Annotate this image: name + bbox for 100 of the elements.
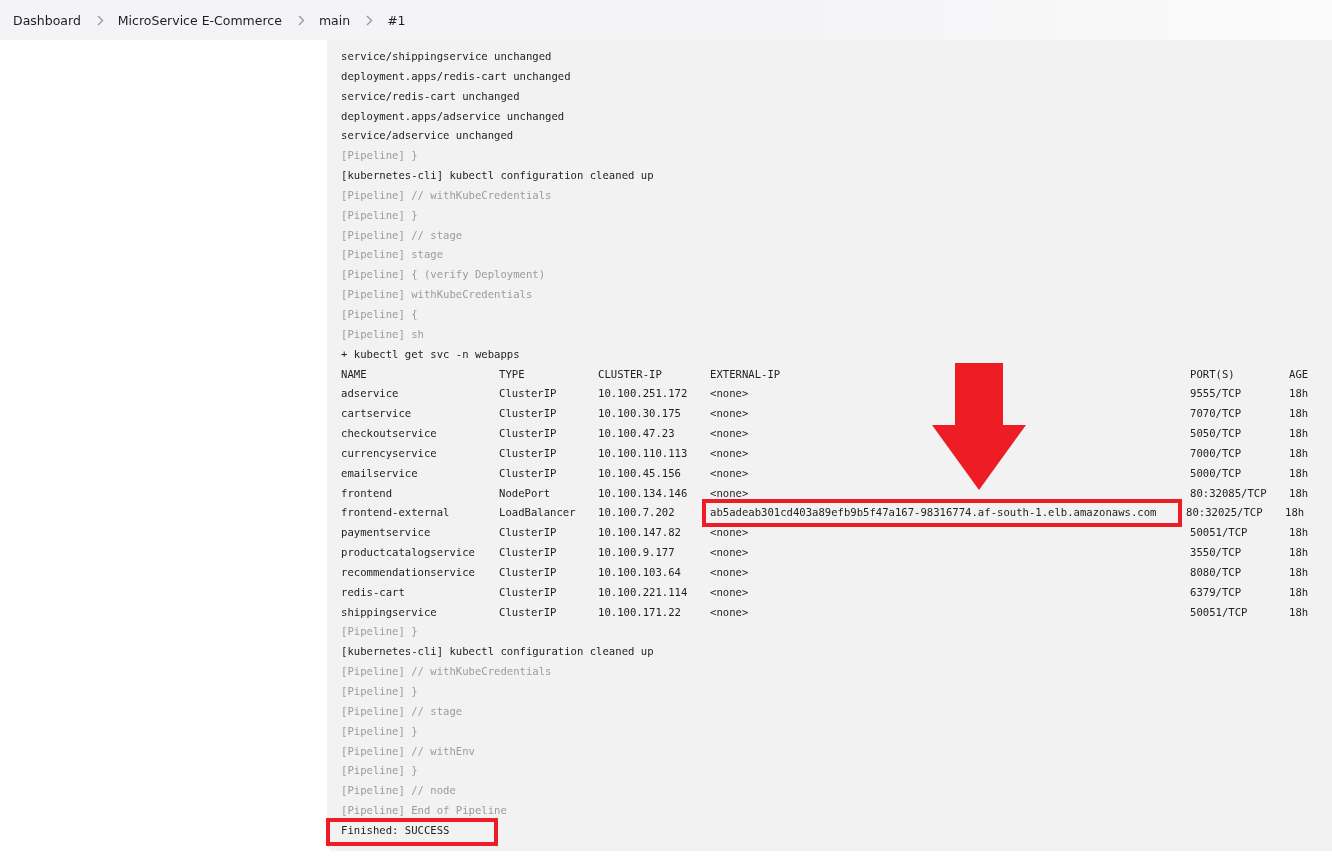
log-line: [kubernetes-cli] kubectl configuration cleaned up [341, 645, 654, 658]
table-cell-text: ClusterIP [499, 604, 558, 620]
table-cell-text: shippingservice [341, 604, 438, 620]
table-cell-text: 6379/TCP [1190, 584, 1243, 600]
log-line: [Pipeline] } [341, 724, 418, 737]
table-cell-text: frontend-external [341, 505, 451, 521]
table-cell-text: NodePort [499, 485, 552, 501]
column-header: NAME [341, 366, 368, 382]
log-line: Finished: SUCCESS [341, 823, 450, 836]
table-cell-text: 10.100.7.202 [598, 505, 676, 521]
table-cell-text: ClusterIP [499, 564, 558, 580]
breadcrumb-link[interactable]: MicroService E-Commerce [117, 12, 282, 28]
log-line: [Pipeline] // withKubeCredentials [341, 665, 552, 678]
column-header: AGE [1289, 366, 1309, 382]
table-cell-text: 50051/TCP [1190, 604, 1249, 620]
table-cell-text: <none> [710, 386, 750, 402]
table-cell-text: currencyservice [341, 445, 438, 461]
table-cell-text: 18h [1289, 406, 1309, 422]
table-cell-text: <none> [710, 545, 750, 561]
table-cell-text: adservice [341, 386, 400, 402]
table-cell-text: 80:32085/TCP [1190, 485, 1268, 501]
log-line: [Pipeline] stage [341, 248, 444, 261]
log-line: [Pipeline] sh [341, 327, 424, 340]
log-line: [Pipeline] } [341, 208, 418, 221]
breadcrumb-link[interactable]: main [318, 12, 351, 28]
breadcrumb-link[interactable]: Dashboard [13, 12, 81, 28]
log-line: [Pipeline] // stage [341, 704, 463, 717]
table-cell-text: cartservice [341, 406, 413, 422]
table-cell-text: 18h [1289, 386, 1309, 402]
table-cell-text: 80:32025/TCP [1186, 505, 1264, 521]
table-cell-text: <none> [710, 485, 750, 501]
table-cell-text: ClusterIP [499, 445, 558, 461]
table-cell-text: 18h [1285, 505, 1305, 521]
table-cell-text: redis-cart [341, 584, 406, 600]
table-cell-text: 10.100.45.156 [598, 465, 682, 481]
table-cell-text: 10.100.103.64 [598, 564, 682, 580]
table-cell-text: <none> [710, 525, 750, 541]
table-cell-text: 10.100.134.146 [598, 485, 689, 501]
table-cell-text: <none> [710, 465, 750, 481]
down-arrow-icon [932, 363, 1026, 490]
table-cell-text: <none> [710, 564, 750, 580]
log-line: [Pipeline] // stage [341, 228, 463, 241]
table-cell-text: 18h [1289, 426, 1309, 442]
table-cell-text: 10.100.171.22 [598, 604, 682, 620]
log-line: [Pipeline] } [341, 149, 418, 162]
log-line: [Pipeline] withKubeCredentials [341, 288, 533, 301]
log-line: [Pipeline] // node [341, 784, 456, 797]
table-cell-text: 10.100.47.23 [598, 426, 676, 442]
table-cell-text: 18h [1289, 604, 1309, 620]
table-cell-text: ClusterIP [499, 525, 558, 541]
log-line: [Pipeline] // withEnv [341, 744, 475, 757]
log-line: [Pipeline] } [341, 625, 418, 638]
breadcrumb-link[interactable]: #1 [387, 12, 406, 28]
table-cell-text: 18h [1289, 485, 1309, 501]
log-line: [Pipeline] End of Pipeline [341, 804, 507, 817]
table-cell-text: ClusterIP [499, 406, 558, 422]
table-cell-text: 10.100.147.82 [598, 525, 682, 541]
table-cell-text: ClusterIP [499, 386, 558, 402]
table-cell-text: 5000/TCP [1190, 465, 1243, 481]
table-cell-text: 18h [1289, 525, 1309, 541]
column-header: CLUSTER-IP [598, 366, 663, 382]
table-cell-text: 18h [1289, 584, 1309, 600]
table-cell-text: frontend [341, 485, 394, 501]
log-line: + kubectl get svc -n webapps [341, 347, 520, 360]
log-line: service/shippingservice unchanged [341, 50, 552, 62]
log-line: [Pipeline] { (verify Deployment) [341, 268, 546, 281]
table-cell-text: ClusterIP [499, 545, 558, 561]
table-cell-text: 7000/TCP [1190, 445, 1243, 461]
log-line: [Pipeline] // withKubeCredentials [341, 188, 552, 201]
table-cell-text: LoadBalancer [499, 505, 577, 521]
table-cell-text: 18h [1289, 465, 1309, 481]
table-cell-text: 7070/TCP [1190, 406, 1243, 422]
table-cell-text: 18h [1289, 564, 1309, 580]
chevron-right-icon [366, 14, 374, 26]
table-cell-text: <none> [710, 584, 750, 600]
table-cell-text: <none> [710, 426, 750, 442]
table-cell-text: emailservice [341, 465, 419, 481]
table-cell-text: recommendationservice [341, 564, 476, 580]
column-header: TYPE [499, 366, 526, 382]
column-header: EXTERNAL-IP [710, 366, 782, 382]
table-cell-text: <none> [710, 445, 750, 461]
log-line: service/adservice unchanged [341, 129, 514, 142]
table-cell-text: 18h [1289, 545, 1309, 561]
table-cell-text: ClusterIP [499, 465, 558, 481]
table-cell-text: ClusterIP [499, 584, 558, 600]
log-line: [Pipeline] } [341, 685, 418, 697]
table-cell-text: paymentservice [341, 525, 432, 541]
table-cell-text: 3550/TCP [1190, 545, 1243, 561]
column-header: PORT(S) [1190, 366, 1236, 382]
table-cell-text: 18h [1289, 445, 1309, 461]
table-cell-text: 10.100.251.172 [598, 386, 689, 402]
table-cell-text: 10.100.9.177 [598, 545, 676, 561]
table-cell-text: 8080/TCP [1190, 564, 1243, 580]
table-cell-text: 50051/TCP [1190, 525, 1249, 541]
table-cell-text: 9555/TCP [1190, 386, 1243, 402]
table-cell-text: checkoutservice [341, 426, 438, 442]
log-line: deployment.apps/redis-cart unchanged [341, 69, 571, 82]
chevron-right-icon [297, 14, 305, 26]
table-cell-text: 10.100.110.113 [598, 445, 689, 461]
log-line: service/redis-cart unchanged [341, 89, 520, 102]
